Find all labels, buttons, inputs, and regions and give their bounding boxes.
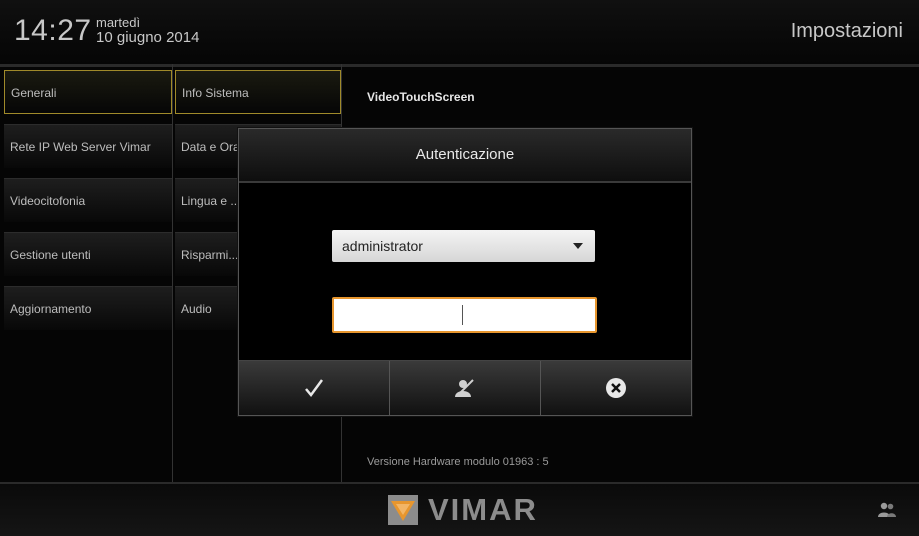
page-title: Impostazioni bbox=[790, 20, 903, 42]
settings-screen: 14:27 martedì 10 giugno 2014 Impostazion… bbox=[0, 0, 919, 536]
user-select-value: administrator bbox=[342, 238, 423, 254]
users-icon[interactable] bbox=[877, 502, 897, 518]
footer-bar: VIMAR bbox=[0, 482, 919, 536]
menu-item-info-sistema[interactable]: Info Sistema bbox=[175, 70, 341, 114]
text-caret bbox=[462, 305, 463, 325]
hardware-version: Versione Hardware modulo 01963 : 5 bbox=[367, 456, 549, 468]
chevron-down-icon bbox=[573, 243, 583, 249]
close-circle-icon bbox=[606, 378, 626, 398]
device-name: VideoTouchScreen bbox=[367, 90, 475, 104]
password-field[interactable] bbox=[332, 297, 597, 333]
user-edit-icon bbox=[455, 379, 474, 397]
menu-item-aggiornamento[interactable]: Aggiornamento bbox=[4, 286, 172, 330]
date: 10 giugno 2014 bbox=[96, 29, 200, 46]
menu-item-generali[interactable]: Generali bbox=[4, 70, 172, 114]
dialog-title: Autenticazione bbox=[239, 129, 691, 183]
menu-item-rete-ip[interactable]: Rete IP Web Server Vimar bbox=[4, 124, 172, 168]
primary-menu: Generali Rete IP Web Server Vimar Videoc… bbox=[4, 64, 173, 482]
menu-item-videocitofonia[interactable]: Videocitofonia bbox=[4, 178, 172, 222]
header-bar: 14:27 martedì 10 giugno 2014 Impostazion… bbox=[0, 0, 919, 67]
clock: 14:27 bbox=[14, 14, 92, 47]
user-select-dropdown[interactable]: administrator bbox=[332, 230, 595, 262]
checkmark-icon bbox=[305, 379, 324, 398]
weekday: martedì bbox=[96, 15, 141, 30]
menu-item-gestione-utenti[interactable]: Gestione utenti bbox=[4, 232, 172, 276]
auth-dialog: Autenticazione administrator bbox=[238, 128, 692, 416]
cancel-button[interactable] bbox=[541, 361, 691, 415]
brand-name: VIMAR bbox=[428, 492, 538, 527]
dialog-button-bar bbox=[239, 360, 691, 415]
edit-user-button[interactable] bbox=[390, 361, 541, 415]
vimar-logo: VIMAR bbox=[388, 492, 538, 527]
vimar-logo-mark-icon bbox=[388, 495, 418, 525]
confirm-button[interactable] bbox=[239, 361, 390, 415]
